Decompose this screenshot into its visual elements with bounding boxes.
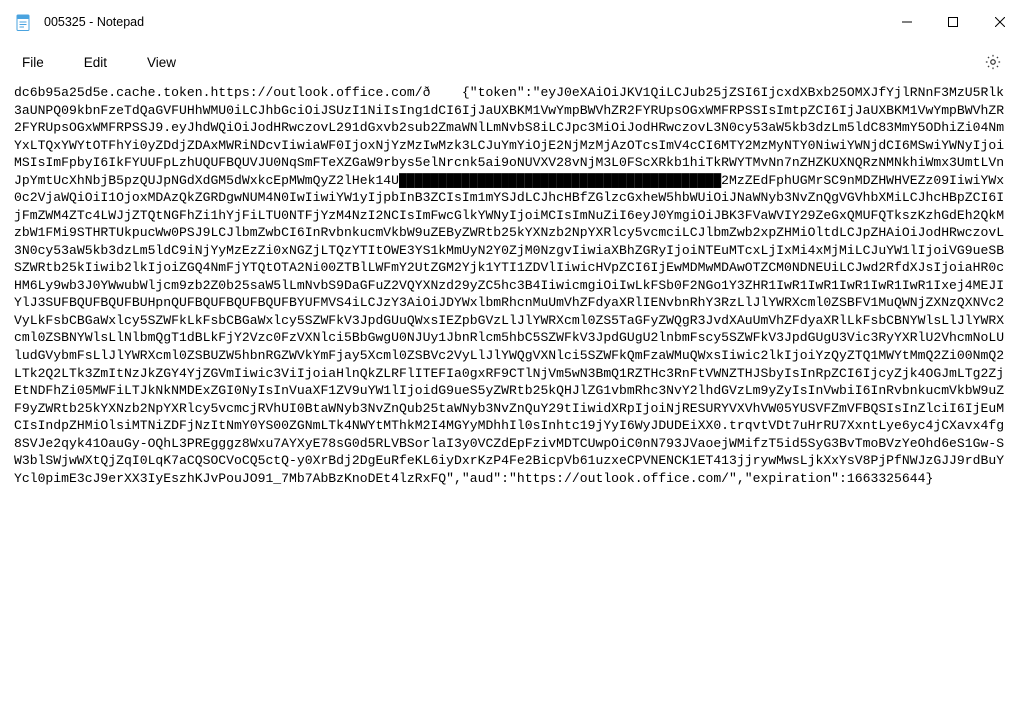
window-title: 005325 - Notepad [44,15,144,29]
maximize-button[interactable] [930,0,976,44]
window-titlebar: 005325 - Notepad [0,0,1024,44]
window-controls [884,0,1024,44]
close-button[interactable] [976,0,1024,44]
text-area[interactable]: dc6b95a25d5e.cache.token.https://outlook… [0,80,1024,721]
notepad-app-icon [14,12,31,32]
settings-button[interactable] [976,45,1010,79]
menu-view[interactable]: View [137,50,186,75]
menu-file[interactable]: File [12,50,54,75]
menu-edit[interactable]: Edit [74,50,117,75]
menubar: File Edit View [0,44,1024,80]
minimize-button[interactable] [884,0,930,44]
